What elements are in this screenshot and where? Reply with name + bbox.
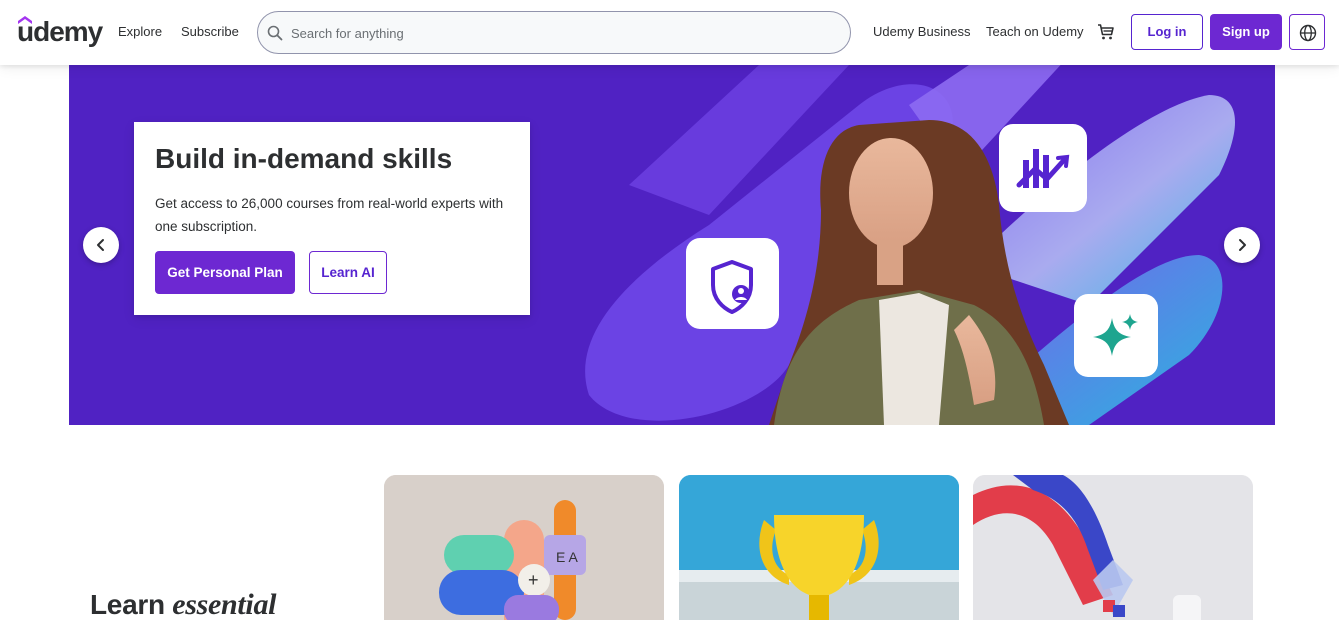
nav-explore[interactable]: Explore <box>118 24 162 39</box>
learn-ai-button[interactable]: Learn AI <box>309 251 387 294</box>
udemy-logo[interactable]: udemy <box>17 14 103 50</box>
hero-title: Build in-demand skills <box>155 143 453 174</box>
nav-subscribe[interactable]: Subscribe <box>181 24 239 39</box>
tile-illustration-ribbons <box>973 475 1253 620</box>
top-navbar: udemy Explore Subscribe Udemy Business T… <box>0 0 1339 65</box>
chevron-left-icon <box>97 239 104 251</box>
hero-card: Build in-demand skills Get access to 26,… <box>134 122 530 315</box>
hero-subtitle: Get access to 26,000 courses from real-w… <box>155 196 504 234</box>
category-tile-1[interactable]: E A + <box>384 475 664 620</box>
carousel-next-button[interactable] <box>1224 227 1260 263</box>
nav-teach-on-udemy[interactable]: Teach on Udemy <box>986 24 1084 39</box>
globe-icon <box>1299 24 1317 42</box>
section-heading-italic: essential <box>172 588 277 620</box>
language-button[interactable] <box>1289 14 1325 50</box>
section-heading: Learn essential <box>90 588 277 620</box>
search-input[interactable] <box>291 24 831 42</box>
section-heading-plain: Learn <box>90 589 173 620</box>
trophy-icon <box>679 475 959 620</box>
svg-text:E A: E A <box>556 549 578 565</box>
search-icon[interactable] <box>267 25 283 41</box>
tile-illustration-blocks: E A + <box>384 475 664 620</box>
shield-user-icon <box>686 238 779 329</box>
shopping-cart-icon[interactable] <box>1096 22 1116 42</box>
chart-growth-icon <box>999 124 1087 212</box>
carousel-prev-button[interactable] <box>83 227 119 263</box>
sparkle-icon <box>1074 294 1158 377</box>
category-tile-2[interactable] <box>679 475 959 620</box>
login-button[interactable]: Log in <box>1131 14 1203 50</box>
get-personal-plan-button[interactable]: Get Personal Plan <box>155 251 295 294</box>
category-tile-3[interactable] <box>973 475 1253 620</box>
logo-wordmark: udemy <box>17 16 103 47</box>
signup-button[interactable]: Sign up <box>1210 14 1282 50</box>
nav-udemy-business[interactable]: Udemy Business <box>873 24 971 39</box>
svg-text:+: + <box>528 570 539 590</box>
search-bar <box>257 11 851 54</box>
chevron-right-icon <box>1239 239 1246 251</box>
